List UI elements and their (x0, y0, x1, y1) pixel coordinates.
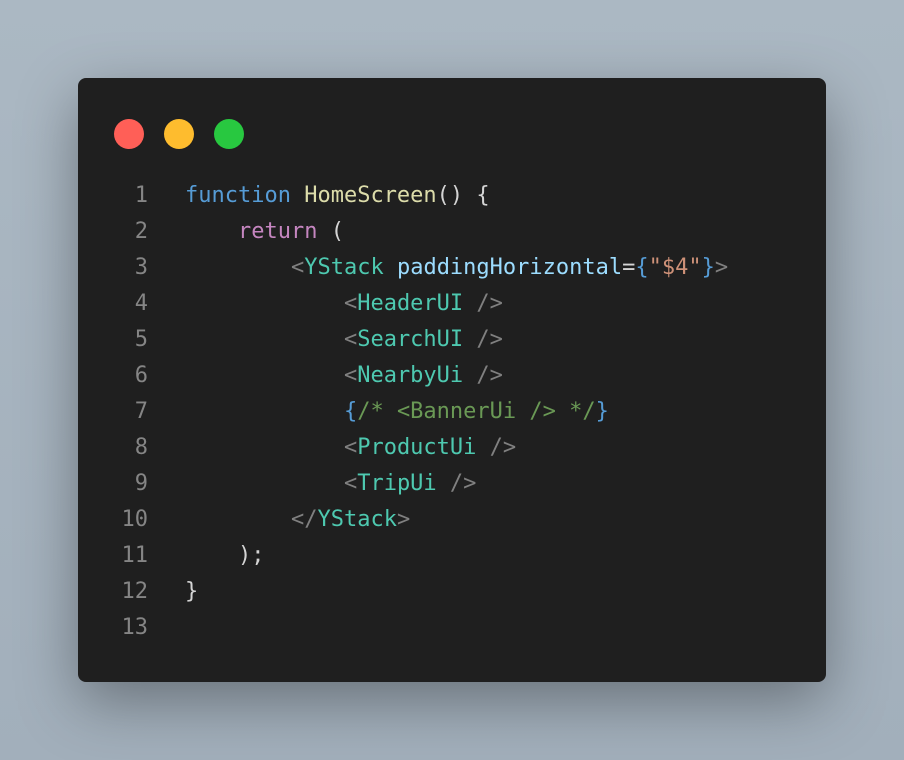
line-source: <NearbyUi /> (185, 358, 503, 394)
code-line: 3 <YStack paddingHorizontal={"$4"}> (78, 250, 826, 286)
code-token: } (701, 255, 715, 280)
code-token: { (343, 399, 358, 424)
code-line: 6 <NearbyUi /> (78, 358, 826, 394)
code-window: 1 function HomeScreen() {2 return (3 <YSt… (78, 78, 826, 682)
code-token: { (635, 255, 649, 280)
line-source: <SearchUI /> (185, 322, 503, 358)
code-token: ); (237, 543, 265, 568)
line-number: 13 (121, 615, 149, 640)
line-source: <TripUi /> (185, 466, 476, 502)
line-number: 2 (134, 219, 148, 244)
code-token: ProductUi (357, 435, 477, 460)
code-line: 10 </YStack> (78, 502, 826, 538)
code-token: } (185, 579, 199, 604)
line-number: 9 (134, 471, 148, 496)
line-number: 12 (121, 579, 149, 604)
code-block: 1 function HomeScreen() {2 return (3 <YSt… (78, 178, 826, 646)
line-number: 3 (134, 255, 148, 280)
code-token: /> (463, 363, 503, 388)
line-number: 5 (134, 327, 148, 352)
line-number: 7 (134, 399, 148, 424)
line-source: </YStack> (185, 502, 410, 538)
code-line: 12} (78, 574, 826, 610)
code-token: /> (476, 435, 517, 460)
code-token: < (343, 471, 358, 496)
code-line: 4 <HeaderUI /> (78, 286, 826, 322)
line-number: 11 (121, 543, 149, 568)
line-number: 1 (134, 183, 148, 208)
line-source: } (185, 574, 198, 610)
line-source: function HomeScreen() { (185, 178, 490, 214)
code-line: 7 {/* <BannerUi /> */} (78, 394, 826, 430)
line-number: 6 (134, 363, 148, 388)
line-number: 4 (134, 291, 148, 316)
code-line: 8 <ProductUi /> (78, 430, 826, 466)
line-source: <YStack paddingHorizontal={"$4"}> (185, 250, 728, 286)
line-number: 10 (121, 507, 149, 532)
code-token: < (343, 327, 358, 352)
code-token: = (622, 255, 636, 280)
code-token: ( (317, 219, 344, 244)
close-button[interactable] (114, 119, 144, 149)
code-token: /> (436, 471, 477, 496)
code-token: () (436, 183, 464, 208)
code-token: /* <BannerUi /> */ (357, 399, 596, 424)
zoom-button[interactable] (214, 119, 244, 149)
code-token: < (343, 363, 358, 388)
code-token: function (185, 183, 291, 208)
code-token: TripUi (357, 471, 437, 496)
code-line: 9 <TripUi /> (78, 466, 826, 502)
code-token: < (343, 435, 358, 460)
code-token: < (343, 291, 358, 316)
line-source: ); (185, 538, 265, 574)
code-token: </ (290, 507, 318, 532)
line-source: return ( (185, 214, 344, 250)
code-token: /> (463, 327, 503, 352)
code-line: 11 ); (78, 538, 826, 574)
code-line: 2 return ( (78, 214, 826, 250)
line-source: <ProductUi /> (185, 430, 516, 466)
code-line: 1 function HomeScreen() { (78, 178, 826, 214)
line-source: <HeaderUI /> (185, 286, 503, 322)
code-token: > (396, 507, 411, 532)
line-source: {/* <BannerUi /> */} (185, 394, 609, 430)
code-token: HeaderUI (357, 291, 464, 316)
code-token: /> (463, 291, 503, 316)
code-token: { (463, 183, 490, 208)
code-token: paddingHorizontal (396, 255, 623, 280)
code-token: "$4" (648, 255, 702, 280)
code-token: YStack (304, 255, 384, 280)
code-line: 5 <SearchUI /> (78, 322, 826, 358)
code-token: } (595, 399, 609, 424)
line-number: 8 (134, 435, 148, 460)
minimize-button[interactable] (164, 119, 194, 149)
code-token: return (237, 219, 318, 244)
code-token: HomeScreen (304, 183, 437, 208)
code-line: 13 (78, 610, 826, 646)
code-token: < (290, 255, 305, 280)
code-token: > (714, 255, 729, 280)
code-token: NearbyUi (357, 363, 464, 388)
code-token: YStack (317, 507, 397, 532)
code-token: SearchUI (357, 327, 464, 352)
